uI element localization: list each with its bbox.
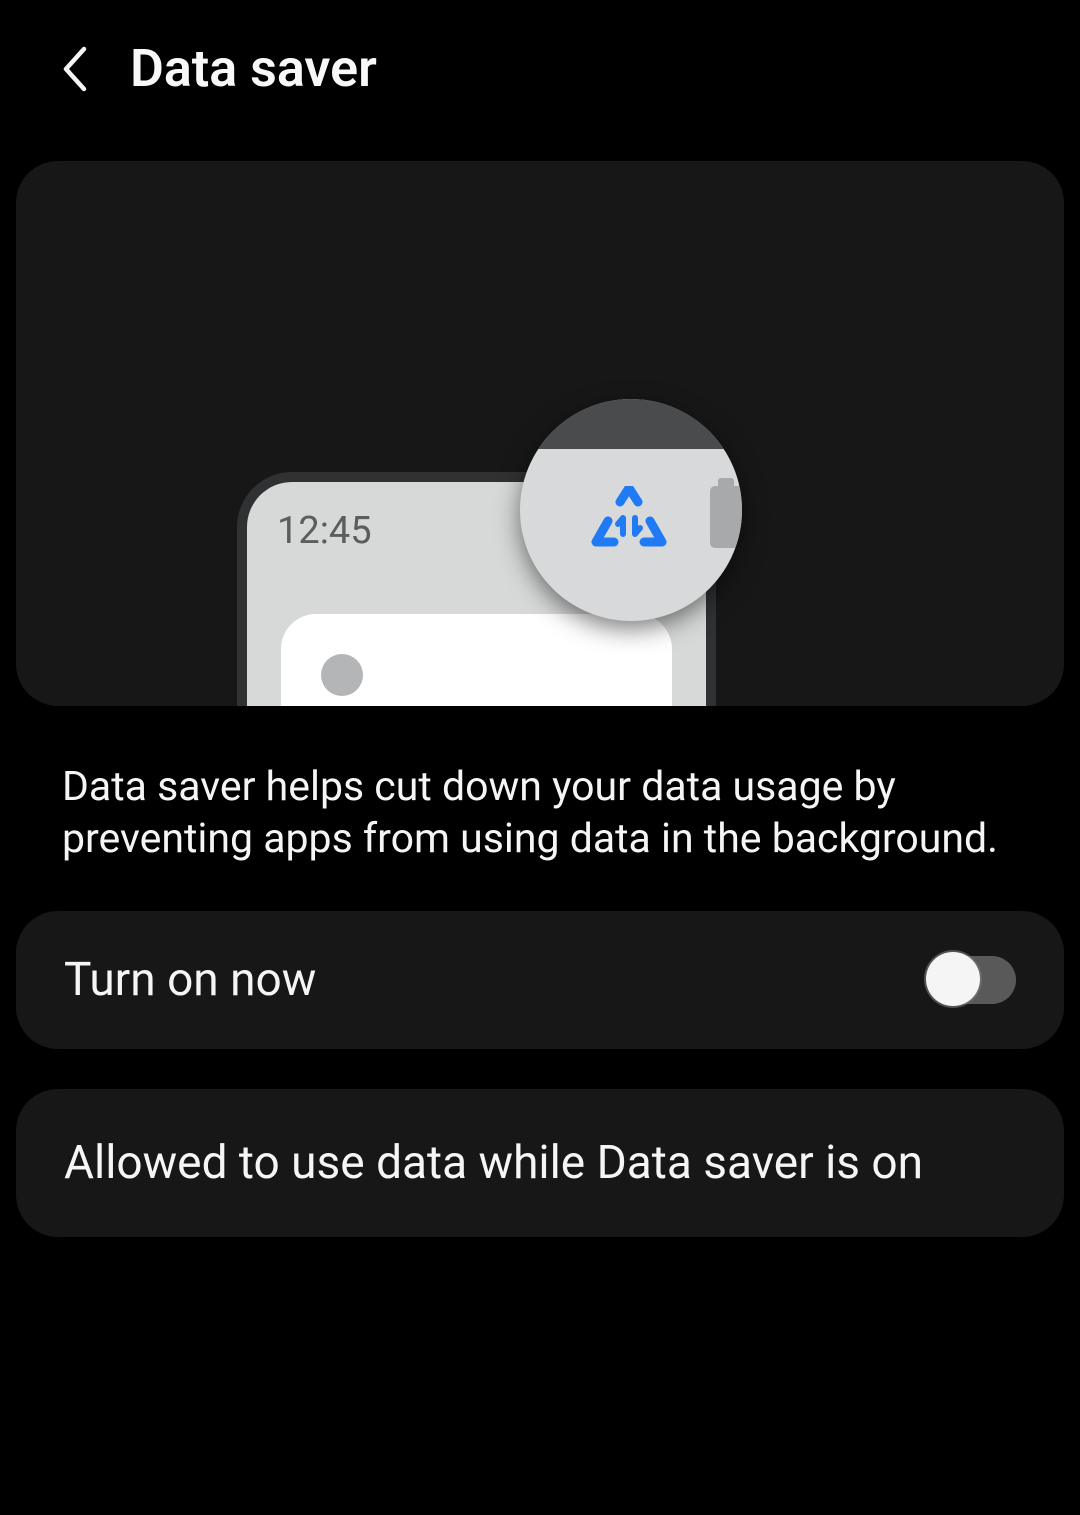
turn-on-now-label: Turn on now (64, 953, 316, 1007)
description-text: Data saver helps cut down your data usag… (0, 706, 1080, 911)
battery-icon (710, 486, 742, 548)
notification-dot-icon (321, 654, 363, 696)
magnifier-topbar (520, 399, 742, 449)
allowed-apps-label: Allowed to use data while Data saver is … (64, 1131, 1016, 1195)
page-title: Data saver (130, 38, 377, 99)
back-button[interactable] (60, 45, 88, 93)
allowed-apps-row[interactable]: Allowed to use data while Data saver is … (16, 1089, 1064, 1237)
phone-notification-card (281, 614, 672, 706)
illustration-card: 12:45 (16, 161, 1064, 706)
phone-time-label: 12:45 (277, 509, 372, 553)
data-saver-icon (590, 486, 668, 556)
chevron-left-icon (60, 45, 88, 93)
header: Data saver (0, 0, 1080, 139)
turn-on-now-row[interactable]: Turn on now (16, 911, 1064, 1049)
turn-on-now-toggle[interactable] (928, 956, 1016, 1004)
toggle-thumb-icon (926, 952, 980, 1006)
magnifier-circle (520, 399, 742, 621)
